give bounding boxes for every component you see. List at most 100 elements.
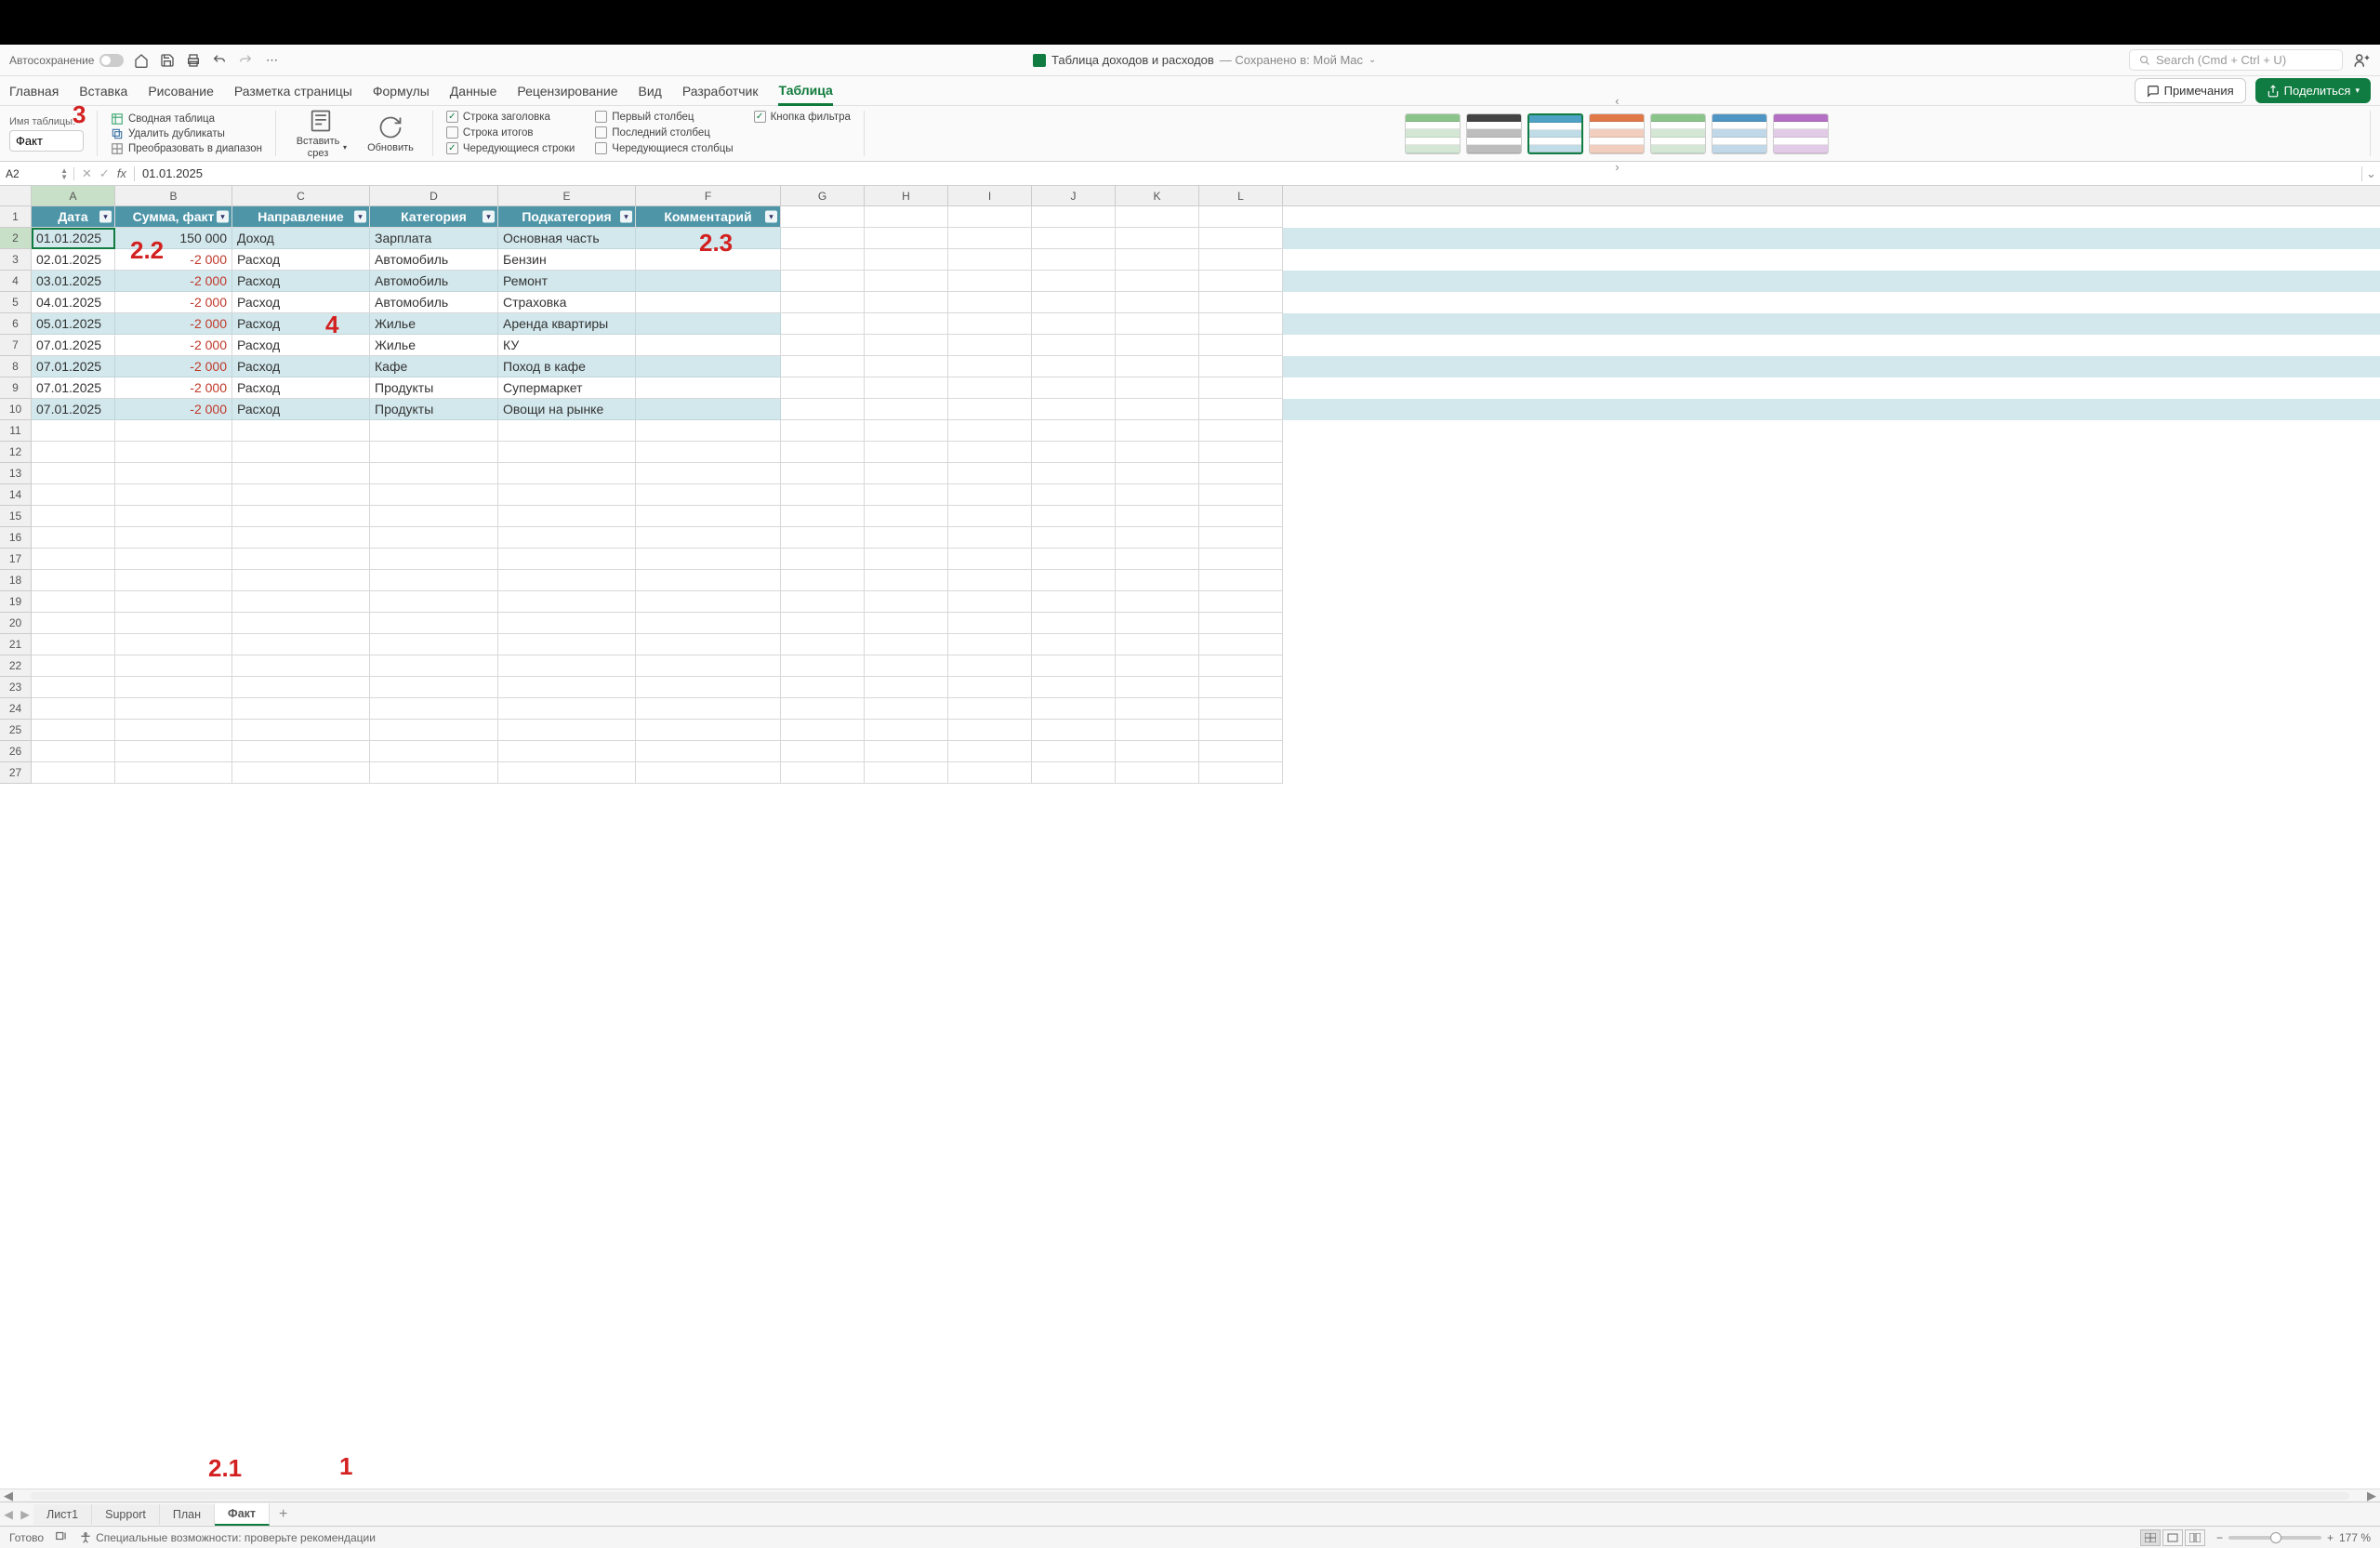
cell[interactable] xyxy=(865,228,948,249)
cell[interactable] xyxy=(1032,677,1116,698)
cell[interactable] xyxy=(32,484,115,506)
save-icon[interactable] xyxy=(159,52,176,69)
cell[interactable] xyxy=(115,570,232,591)
header-cell[interactable] xyxy=(1032,206,1116,228)
cell[interactable] xyxy=(781,591,865,613)
cell[interactable] xyxy=(232,527,370,549)
sheet-tab[interactable]: Support xyxy=(92,1504,160,1525)
ribbon-tab-рецензирование[interactable]: Рецензирование xyxy=(517,78,617,104)
cell[interactable] xyxy=(498,741,636,762)
cell[interactable] xyxy=(498,442,636,463)
cell[interactable] xyxy=(781,570,865,591)
cell[interactable] xyxy=(948,377,1032,399)
cell[interactable] xyxy=(948,613,1032,634)
header-cell[interactable]: Подкатегория▾ xyxy=(498,206,636,228)
cell[interactable] xyxy=(865,506,948,527)
cell[interactable] xyxy=(636,271,781,292)
cell[interactable] xyxy=(865,442,948,463)
cell[interactable]: 07.01.2025 xyxy=(32,377,115,399)
share-button[interactable]: Поделиться▾ xyxy=(2255,78,2371,103)
first-col-checkbox[interactable]: Первый столбец xyxy=(595,111,733,123)
row-header[interactable]: 3 xyxy=(0,249,32,271)
cell[interactable] xyxy=(32,549,115,570)
cell[interactable] xyxy=(1199,570,1283,591)
cell[interactable] xyxy=(948,442,1032,463)
cell[interactable]: Автомобиль xyxy=(370,292,498,313)
table-style-swatch[interactable] xyxy=(1773,113,1829,154)
cell[interactable] xyxy=(948,762,1032,784)
cell[interactable] xyxy=(865,313,948,335)
cell[interactable] xyxy=(1116,356,1199,377)
cell[interactable] xyxy=(1032,228,1116,249)
cell[interactable] xyxy=(781,549,865,570)
cell[interactable] xyxy=(1116,442,1199,463)
cell[interactable] xyxy=(865,677,948,698)
spreadsheet-grid[interactable]: ABCDEFGHIJKL 2.2 2.3 4 2.1 1 1Дата▾Сумма… xyxy=(0,186,2380,1502)
cell[interactable] xyxy=(498,720,636,741)
autosave-toggle[interactable]: Автосохранение xyxy=(9,54,124,67)
cell[interactable] xyxy=(781,356,865,377)
row-header[interactable]: 12 xyxy=(0,442,32,463)
cell[interactable] xyxy=(781,249,865,271)
cell[interactable]: 03.01.2025 xyxy=(32,271,115,292)
cell[interactable] xyxy=(115,762,232,784)
header-cell[interactable] xyxy=(781,206,865,228)
gallery-prev-icon[interactable]: ‹ xyxy=(1608,94,1625,108)
cell[interactable] xyxy=(865,527,948,549)
cell[interactable] xyxy=(1032,249,1116,271)
cell[interactable] xyxy=(1199,506,1283,527)
cell[interactable] xyxy=(498,484,636,506)
cell[interactable] xyxy=(1116,377,1199,399)
cell[interactable] xyxy=(370,463,498,484)
row-header[interactable]: 16 xyxy=(0,527,32,549)
cell[interactable] xyxy=(948,506,1032,527)
row-header[interactable]: 14 xyxy=(0,484,32,506)
cell[interactable] xyxy=(1199,741,1283,762)
cell[interactable] xyxy=(498,463,636,484)
cell[interactable] xyxy=(948,249,1032,271)
cell[interactable] xyxy=(370,762,498,784)
cell[interactable] xyxy=(865,249,948,271)
cell[interactable] xyxy=(1199,655,1283,677)
column-header[interactable]: B xyxy=(115,186,232,205)
cell[interactable] xyxy=(948,677,1032,698)
ribbon-tab-данные[interactable]: Данные xyxy=(450,78,497,104)
cell[interactable] xyxy=(1116,249,1199,271)
convert-to-range-button[interactable]: Преобразовать в диапазон xyxy=(111,142,262,155)
print-icon[interactable] xyxy=(185,52,202,69)
cell[interactable] xyxy=(232,506,370,527)
cell[interactable] xyxy=(948,741,1032,762)
cell[interactable] xyxy=(1199,484,1283,506)
cell[interactable] xyxy=(232,741,370,762)
cell[interactable] xyxy=(1116,335,1199,356)
cell[interactable] xyxy=(115,677,232,698)
cell[interactable] xyxy=(32,741,115,762)
cell[interactable] xyxy=(232,484,370,506)
cell[interactable] xyxy=(636,591,781,613)
cell[interactable] xyxy=(1032,698,1116,720)
cell[interactable] xyxy=(948,356,1032,377)
cell[interactable] xyxy=(498,634,636,655)
cell[interactable] xyxy=(32,420,115,442)
table-style-swatch[interactable] xyxy=(1712,113,1767,154)
cell[interactable] xyxy=(1199,292,1283,313)
cell[interactable] xyxy=(1032,463,1116,484)
cell[interactable] xyxy=(32,506,115,527)
ribbon-tab-вставка[interactable]: Вставка xyxy=(79,78,127,104)
header-cell[interactable]: Дата▾ xyxy=(32,206,115,228)
cell[interactable] xyxy=(1032,399,1116,420)
comments-button[interactable]: Примечания xyxy=(2135,78,2246,103)
add-sheet-button[interactable]: + xyxy=(270,1506,297,1523)
cell[interactable] xyxy=(1199,613,1283,634)
cell[interactable] xyxy=(1199,271,1283,292)
cell[interactable] xyxy=(32,591,115,613)
cell[interactable] xyxy=(1032,570,1116,591)
cell[interactable] xyxy=(948,484,1032,506)
cell[interactable] xyxy=(781,527,865,549)
cell[interactable] xyxy=(1032,741,1116,762)
row-header[interactable]: 1 xyxy=(0,206,32,228)
cell[interactable]: -2 000 xyxy=(115,271,232,292)
cell[interactable] xyxy=(1199,698,1283,720)
column-header[interactable]: D xyxy=(370,186,498,205)
cell[interactable]: Бензин xyxy=(498,249,636,271)
